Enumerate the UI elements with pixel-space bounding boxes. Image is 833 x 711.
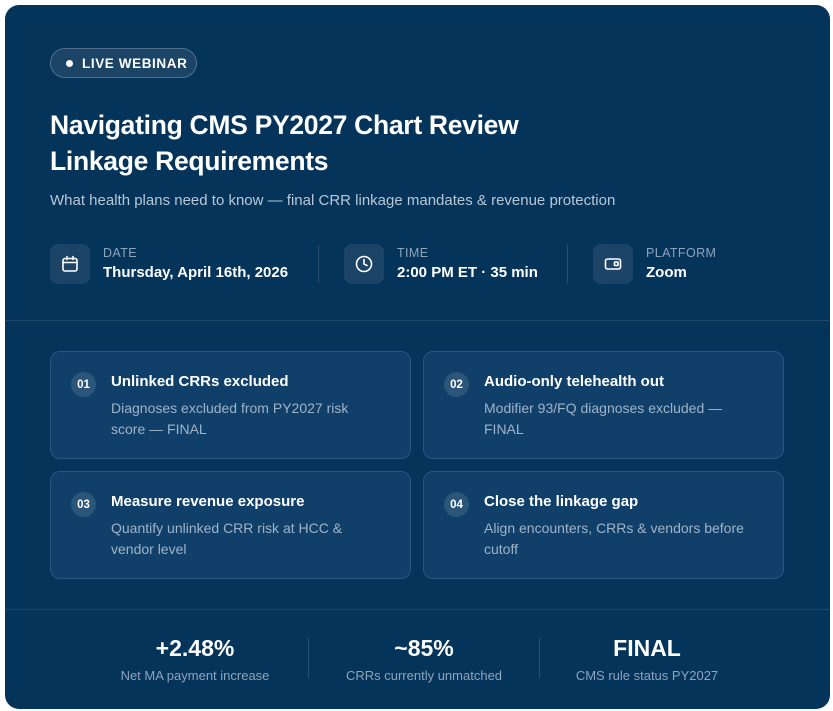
meta-time: TIME 2:00 PM ET · 35 min bbox=[344, 243, 538, 285]
badge-label: LIVE WEBINAR bbox=[82, 55, 188, 71]
stat-value: ~85% bbox=[394, 635, 454, 661]
stat-label: CMS rule status PY2027 bbox=[575, 668, 719, 683]
stat-label: CRRs currently unmatched bbox=[345, 668, 503, 683]
feature-card: 03 Measure revenue exposure Quantify unl… bbox=[50, 471, 411, 579]
feature-number: 04 bbox=[444, 492, 469, 517]
stat-label: Net MA payment increase bbox=[120, 668, 270, 683]
time-value: 2:00 PM ET · 35 min bbox=[397, 263, 538, 281]
feature-title: Audio-only telehealth out bbox=[484, 373, 664, 390]
section-divider bbox=[5, 320, 830, 321]
feature-number: 03 bbox=[71, 492, 96, 517]
feature-card: 02 Audio-only telehealth out Modifier 93… bbox=[423, 351, 784, 459]
clock-icon bbox=[344, 244, 384, 284]
stat-payment-increase: +2.48% Net MA payment increase bbox=[95, 634, 295, 683]
section-divider bbox=[5, 609, 830, 610]
feature-description: Modifier 93/FQ diagnoses excluded — FINA… bbox=[484, 400, 723, 437]
platform-value: Zoom bbox=[646, 263, 687, 281]
webinar-card: LIVE WEBINAR Navigating CMS PY2027 Chart… bbox=[5, 5, 830, 709]
live-dot-icon bbox=[66, 59, 73, 67]
feature-description: Diagnoses excluded from PY2027 risk scor… bbox=[111, 400, 349, 437]
stat-divider bbox=[308, 638, 309, 678]
feature-card: 04 Close the linkage gap Align encounter… bbox=[423, 471, 784, 579]
meta-date: DATE Thursday, April 16th, 2026 bbox=[50, 243, 288, 285]
feature-title: Unlinked CRRs excluded bbox=[111, 373, 289, 390]
meta-platform: PLATFORM Zoom bbox=[593, 243, 716, 285]
stat-divider bbox=[539, 638, 540, 678]
feature-description: Align encounters, CRRs & vendors before … bbox=[484, 520, 744, 557]
feature-card: 01 Unlinked CRRs excluded Diagnoses excl… bbox=[50, 351, 411, 459]
meta-divider bbox=[318, 245, 319, 283]
video-icon bbox=[593, 244, 633, 284]
title-line-2: Linkage Requirements bbox=[50, 146, 329, 176]
live-webinar-badge: LIVE WEBINAR bbox=[50, 48, 197, 78]
time-label: TIME bbox=[397, 245, 429, 260]
calendar-icon bbox=[50, 244, 90, 284]
stat-rule-status: FINAL CMS rule status PY2027 bbox=[547, 634, 747, 683]
feature-number: 02 bbox=[444, 372, 469, 397]
stat-value: +2.48% bbox=[155, 635, 235, 661]
date-label: DATE bbox=[103, 245, 138, 260]
platform-label: PLATFORM bbox=[646, 245, 717, 260]
feature-description: Quantify unlinked CRR risk at HCC & vend… bbox=[111, 520, 343, 557]
stat-unmatched: ~85% CRRs currently unmatched bbox=[324, 634, 524, 683]
title-line-1: Navigating CMS PY2027 Chart Review bbox=[50, 110, 519, 140]
page-title: Navigating CMS PY2027 Chart Review Linka… bbox=[50, 107, 610, 179]
feature-title: Close the linkage gap bbox=[484, 493, 639, 510]
stat-value: FINAL bbox=[613, 635, 681, 661]
date-value: Thursday, April 16th, 2026 bbox=[103, 263, 289, 281]
meta-divider bbox=[567, 245, 568, 283]
feature-number: 01 bbox=[71, 372, 96, 397]
feature-title: Measure revenue exposure bbox=[111, 493, 305, 510]
page-subtitle: What health plans need to know — final C… bbox=[50, 192, 616, 209]
